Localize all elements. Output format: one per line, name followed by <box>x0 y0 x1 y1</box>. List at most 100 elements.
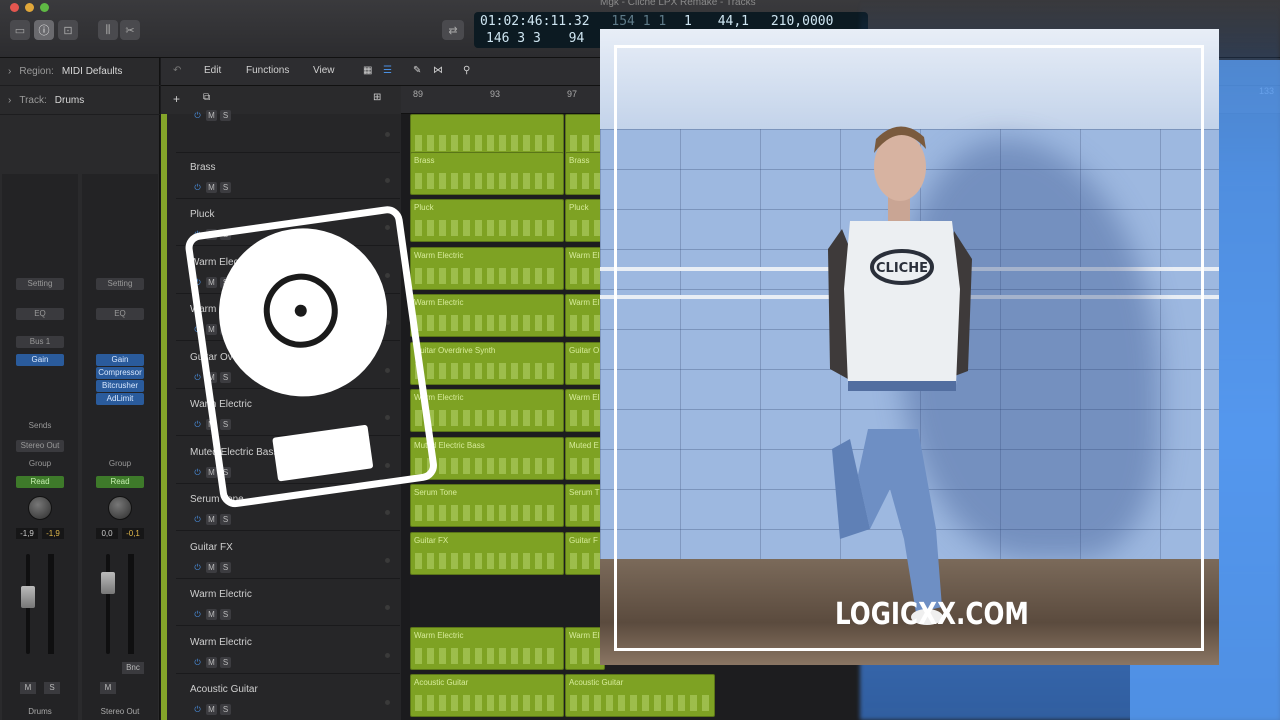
group-button[interactable]: Group <box>16 458 64 470</box>
record-enable-icon[interactable] <box>385 510 390 515</box>
inbox-icon[interactable]: ⊡ <box>58 20 78 40</box>
solo-button[interactable]: S <box>220 609 231 620</box>
midi-region[interactable]: Warm Electric <box>410 626 564 670</box>
add-folder-icon[interactable]: ⊞ <box>373 92 381 103</box>
info-icon[interactable]: ⓘ <box>34 20 54 40</box>
midi-region[interactable]: Guitar FX <box>410 531 564 575</box>
snap-icon[interactable]: ⚲ <box>463 65 470 76</box>
view-menu[interactable]: View <box>313 65 335 76</box>
plugin-slot[interactable]: Gain <box>96 354 144 366</box>
scissors-icon[interactable]: ✂ <box>120 20 140 40</box>
volume-fader[interactable] <box>106 554 110 654</box>
eq-button[interactable]: EQ <box>16 308 64 320</box>
midi-region[interactable] <box>565 114 605 157</box>
output-button[interactable]: Stereo Out <box>16 440 64 452</box>
close-icon[interactable] <box>10 3 19 12</box>
solo-button[interactable]: S <box>220 704 231 715</box>
fader-handle[interactable] <box>21 586 35 608</box>
mute-button[interactable]: M <box>206 609 217 620</box>
midi-region[interactable]: Acoustic Guitar <box>565 674 715 717</box>
midi-region[interactable]: Warm El <box>565 294 605 337</box>
plugin-slot[interactable]: Gain <box>16 354 64 366</box>
flex-icon[interactable]: ⋈ <box>433 65 443 76</box>
midi-region[interactable]: Guitar O <box>565 341 605 385</box>
record-enable-icon[interactable] <box>385 557 390 563</box>
cycle-icon[interactable]: ⇄ <box>442 20 464 40</box>
power-icon[interactable]: ⏻ <box>192 657 203 668</box>
setting-button[interactable]: Setting <box>96 278 144 290</box>
window-controls <box>10 3 49 12</box>
automation-button[interactable]: Read <box>16 476 64 488</box>
plugin-slot[interactable]: Bitcrusher <box>96 380 144 392</box>
back-icon[interactable]: ↶ <box>173 65 181 76</box>
power-icon[interactable]: ⏻ <box>192 704 203 715</box>
solo-button[interactable]: S <box>220 181 231 193</box>
record-enable-icon[interactable] <box>385 177 390 183</box>
library-icon[interactable]: ▭ <box>10 20 30 40</box>
power-icon[interactable]: ⏻ <box>192 514 203 525</box>
region-inspector-row[interactable]: › Region: MIDI Defaults <box>0 58 160 86</box>
track-header[interactable]: ⏻ M S <box>176 106 400 153</box>
mixer-icon[interactable]: ⫼ <box>98 20 118 40</box>
pencil-icon[interactable]: ✎ <box>413 65 421 76</box>
track-header[interactable]: Guitar FX ⏻ M S <box>176 532 400 579</box>
midi-region[interactable]: Pluck <box>565 199 605 242</box>
eq-button[interactable]: EQ <box>96 308 144 320</box>
bus-send[interactable]: Bus 1 <box>16 336 64 348</box>
track-header[interactable]: Acoustic Guitar ⏻ M S <box>176 674 400 720</box>
midi-region[interactable]: Brass <box>410 151 564 195</box>
power-icon[interactable]: ⏻ <box>192 182 203 193</box>
pan-knob[interactable] <box>108 496 132 520</box>
midi-region[interactable]: Warm El <box>565 246 605 290</box>
minimize-icon[interactable] <box>25 3 34 12</box>
record-enable-icon[interactable] <box>385 652 390 658</box>
midi-region[interactable]: Warm El <box>565 626 605 670</box>
bounce-button[interactable]: Bnc <box>122 662 144 674</box>
zoom-icon[interactable] <box>40 3 49 12</box>
mute-button[interactable]: M <box>100 682 116 694</box>
track-header[interactable]: Brass ⏻ M S <box>176 152 400 199</box>
track-inspector-row[interactable]: › Track: Drums <box>0 87 160 115</box>
mute-button[interactable]: M <box>206 181 217 193</box>
record-enable-icon[interactable] <box>385 700 390 705</box>
solo-button[interactable]: S <box>220 561 231 573</box>
grid-icon[interactable]: ▦ <box>363 65 372 76</box>
mute-button[interactable]: M <box>206 110 217 121</box>
fader-handle[interactable] <box>101 572 115 594</box>
mute-button[interactable]: M <box>206 514 217 525</box>
midi-region[interactable]: Serum T <box>565 484 605 527</box>
midi-region[interactable] <box>410 114 564 157</box>
track-header[interactable]: Warm Electric ⏻MS <box>176 579 400 626</box>
plugin-slot[interactable]: AdLimit <box>96 393 144 405</box>
record-enable-icon[interactable] <box>385 605 390 610</box>
mute-button[interactable]: M <box>206 704 217 715</box>
midi-region[interactable]: Warm El <box>565 389 605 432</box>
mute-button[interactable]: M <box>206 561 217 573</box>
midi-region[interactable]: Guitar F <box>565 531 605 575</box>
midi-region[interactable]: Muted E <box>565 436 605 480</box>
list-icon[interactable]: ☰ <box>383 65 392 76</box>
duplicate-icon[interactable]: ⧉ <box>203 92 210 103</box>
midi-notes <box>570 695 710 711</box>
solo-button[interactable]: S <box>220 656 231 668</box>
mute-button[interactable]: M <box>206 656 217 668</box>
power-icon[interactable]: ⏻ <box>192 609 203 620</box>
automation-button[interactable]: Read <box>96 476 144 488</box>
group-button[interactable]: Group <box>96 458 144 470</box>
solo-button[interactable]: S <box>44 682 60 694</box>
power-icon[interactable]: ⏻ <box>192 562 203 573</box>
power-icon[interactable]: ⏻ <box>192 110 203 121</box>
midi-region[interactable]: Acoustic Guitar <box>410 674 564 717</box>
setting-button[interactable]: Setting <box>16 278 64 290</box>
functions-menu[interactable]: Functions <box>246 65 289 76</box>
record-enable-icon[interactable] <box>385 132 390 137</box>
edit-menu[interactable]: Edit <box>204 65 221 76</box>
solo-button[interactable]: S <box>220 514 231 525</box>
mute-button[interactable]: M <box>20 682 36 694</box>
plus-icon[interactable]: + <box>173 92 180 106</box>
solo-button[interactable]: S <box>220 110 231 121</box>
midi-region[interactable]: Brass <box>565 151 605 195</box>
track-header[interactable]: Warm Electric ⏻MS <box>176 627 400 674</box>
pan-knob[interactable] <box>28 496 52 520</box>
plugin-slot[interactable]: Compressor <box>96 367 144 379</box>
